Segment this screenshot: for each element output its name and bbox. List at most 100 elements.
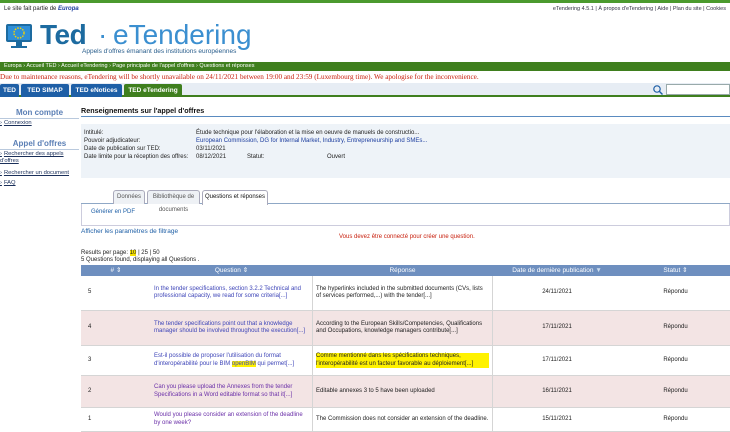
tab-bibliotheque[interactable]: Bibliothèque de documents (147, 190, 200, 213)
search-icon[interactable] (652, 84, 664, 96)
col-num-header[interactable]: # ⇕ (81, 265, 151, 276)
tab-ted-enotices[interactable]: TED eNotices (71, 84, 122, 97)
row-question[interactable]: Would you please consider an extension o… (151, 408, 312, 431)
per-page-options[interactable]: | 25 | 50 (138, 250, 159, 256)
row-question-text-end: qui permet[...] (255, 360, 295, 367)
ted-logo-icon[interactable] (4, 21, 36, 51)
row-date: 17/11/2021 (542, 324, 572, 331)
info-deadline-label: Date limite pour la réception des offres… (84, 154, 189, 160)
row-question[interactable]: Can you please upload the Annexes from t… (151, 376, 312, 407)
sidebar-item-faq[interactable]: › FAQ (0, 180, 78, 187)
row-reponse: Editable annexes 3 to 5 have been upload… (312, 376, 493, 407)
col-status-label: Statut (663, 267, 681, 274)
row-date: 15/11/2021 (542, 415, 572, 422)
results-per-page: Results per page: 10 | 25 | 50 (81, 250, 160, 256)
results-count: 5 Questions found, displaying all Questi… (81, 257, 200, 263)
row-status: Répondu (663, 289, 688, 296)
tab-ted[interactable]: TED (0, 84, 19, 97)
col-num-label: # (110, 267, 115, 274)
row-num: 5 (88, 289, 92, 296)
top-links[interactable]: eTendering 4.5.1 | À propos d'eTendering… (553, 6, 726, 12)
col-question-label: Question (214, 267, 241, 274)
tab-ted-etendering[interactable]: TED eTendering (124, 84, 182, 97)
login-required-message: Vous devez être connecté pour créer une … (339, 234, 475, 240)
row-reponse: The hyperlinks included in the submitted… (312, 276, 493, 310)
row-num: 2 (88, 387, 92, 394)
row-question-highlight: openBIM (231, 360, 256, 367)
info-status-value: Ouvert (327, 154, 346, 160)
sort-icon: ⇕ (242, 267, 249, 274)
header-tagline: Appels d'offres émanant des institutions… (82, 48, 237, 55)
sidebar-item-label: Connexion (3, 120, 32, 126)
top-bar: Le site fait partie de Europa eTendering… (0, 0, 730, 15)
maintenance-notice: Due to maintenance reasons, eTendering w… (0, 71, 730, 83)
info-title-value: Étude technique pour l'élaboration et la… (196, 130, 420, 136)
table-header: # ⇕ Question ⇕ Réponse Date de dernière … (81, 265, 730, 276)
sidebar-divider (0, 149, 79, 150)
col-reponse-label: Réponse (389, 267, 416, 274)
col-status-header[interactable]: Statut ⇕ (621, 265, 730, 276)
top-tabs: TED TED SIMAP TED eNotices TED eTenderin… (0, 83, 730, 97)
row-reponse-highlight: Comme mentionné dans les spécifications … (316, 353, 489, 368)
row-date: 17/11/2021 (542, 356, 572, 363)
info-pub-date-value: 03/11/2021 (196, 146, 226, 152)
col-reponse-header: Réponse (312, 265, 493, 276)
search-input[interactable] (666, 84, 730, 95)
table-row[interactable]: 2 Can you please upload the Annexes from… (81, 376, 730, 408)
row-num: 4 (88, 324, 92, 331)
show-filters-link[interactable]: Afficher les paramètres de filtrage (81, 228, 178, 235)
europa-link[interactable]: Europa (58, 6, 79, 12)
col-date-label: Date de dernière publication (512, 267, 594, 274)
info-authority-value[interactable]: European Commission, DG for Internal Mar… (196, 138, 427, 144)
bullet-icon: › (0, 180, 2, 186)
bullet-icon: › (0, 170, 2, 176)
row-reponse: The Commission does not consider an exte… (312, 408, 493, 431)
table-row[interactable]: 4 The tender specifications point out th… (81, 311, 730, 346)
row-question[interactable]: Est-il possible de proposer l'utilisatio… (151, 346, 312, 375)
row-reponse: Comme mentionné dans les spécifications … (312, 346, 493, 375)
table-row[interactable]: 1 Would you please consider an extension… (81, 408, 730, 432)
sidebar-item-search-document[interactable]: › Rechercher un document (0, 170, 78, 177)
tab-questions-reponses[interactable]: Questions et réponses (202, 190, 268, 205)
sidebar-account-title: Mon compte (15, 108, 64, 117)
table-row[interactable]: 5 In the tender specifications, section … (81, 276, 730, 311)
col-date-header[interactable]: Date de dernière publication ▼ (493, 265, 621, 276)
tab-ted-simap[interactable]: TED SIMAP (21, 84, 69, 97)
detail-tabs: Données Bibliothèque de documents Questi… (81, 186, 730, 213)
row-num: 1 (88, 415, 92, 422)
breadcrumb[interactable]: Europa › Accueil TED › Accueil eTenderin… (0, 62, 730, 71)
info-pub-date-label: Date de publication sur TED: (84, 146, 161, 152)
row-question[interactable]: In the tender specifications, section 3.… (151, 276, 312, 310)
sidebar-item-search-tenders[interactable]: › Rechercher des appels d'offres (0, 151, 78, 165)
col-question-header[interactable]: Question ⇕ (151, 265, 312, 276)
logo-etendering-text: eTendering (113, 19, 252, 50)
section-divider (81, 116, 730, 117)
row-status: Répondu (663, 415, 688, 422)
info-status-label: Statut: (247, 154, 265, 160)
main-content: Renseignements sur l'appel d'offres Inti… (81, 100, 730, 432)
row-num: 3 (88, 356, 92, 363)
per-page-option-selected[interactable]: 10 (129, 250, 137, 256)
results-per-page-label: Results per page: (81, 250, 129, 256)
section-title: Renseignements sur l'appel d'offres (81, 106, 205, 115)
tender-info-box: Intitulé: Étude technique pour l'élabora… (81, 124, 730, 178)
sort-icon: ⇕ (682, 267, 688, 274)
row-date: 24/11/2021 (542, 289, 572, 296)
sort-icon: ⇕ (115, 267, 122, 274)
generate-pdf-link[interactable]: Générer en PDF (91, 209, 135, 215)
row-status: Répondu (663, 387, 688, 394)
row-status: Répondu (663, 324, 688, 331)
tab-donnees[interactable]: Données (113, 190, 145, 204)
eu-notice: Le site fait partie de Europa (4, 6, 79, 12)
row-question[interactable]: The tender specifications point out that… (151, 311, 312, 345)
sidebar-item-label: Rechercher un document (3, 170, 70, 176)
bullet-icon: › (0, 151, 2, 157)
sidebar-item-login[interactable]: › Connexion (0, 120, 78, 127)
eu-notice-text: Le site fait partie de (4, 6, 57, 12)
row-status: Répondu (663, 356, 688, 363)
table-row[interactable]: 3 Est-il possible de proposer l'utilisat… (81, 346, 730, 376)
tab-panel: Générer en PDF (81, 204, 730, 226)
bullet-icon: › (0, 120, 2, 126)
row-reponse: According to the European Skills/Compete… (312, 311, 493, 345)
sort-desc-icon: ▼ (595, 267, 602, 274)
